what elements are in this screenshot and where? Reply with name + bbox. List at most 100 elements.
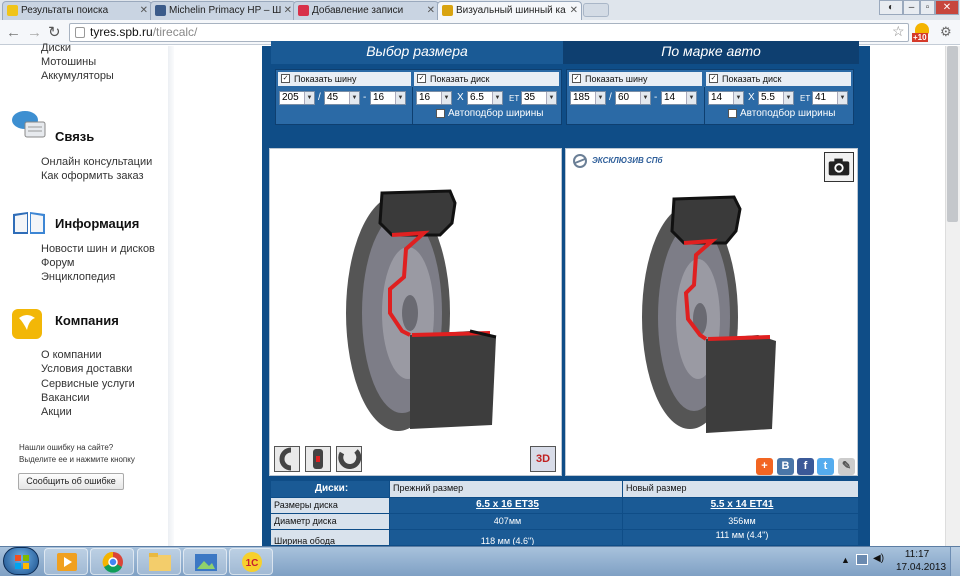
- show-desktop-button[interactable]: [950, 547, 960, 576]
- sidebar-link-about[interactable]: О компании: [41, 349, 102, 361]
- 3d-view-button[interactable]: 3D: [530, 446, 556, 472]
- reload-icon[interactable]: ↻: [48, 23, 61, 41]
- start-button[interactable]: [3, 547, 39, 575]
- chevron-down-icon: ▼: [783, 92, 793, 104]
- sidebar-link-vacancies[interactable]: Вакансии: [41, 392, 90, 404]
- taskbar-chrome[interactable]: [90, 548, 134, 575]
- sidebar-link-promotions[interactable]: Акции: [41, 406, 72, 418]
- twitter-icon[interactable]: t: [817, 458, 834, 475]
- checkbox[interactable]: ✓: [417, 74, 426, 83]
- checkbox[interactable]: [436, 109, 445, 118]
- tire-radius-select-left[interactable]: 16 ▼: [370, 91, 406, 105]
- taskbar-photo-viewer[interactable]: [183, 548, 227, 575]
- new-tab-button[interactable]: [583, 3, 609, 17]
- book-icon: [13, 212, 45, 234]
- user-icon[interactable]: ◐: [879, 0, 903, 15]
- sidebar-link-forum[interactable]: Форум: [41, 257, 74, 269]
- tray-expand-icon[interactable]: ▲: [841, 555, 850, 565]
- wrench-icon[interactable]: ⚙: [940, 24, 952, 40]
- taskbar-media-player[interactable]: [44, 548, 88, 575]
- disk-et-select-right[interactable]: 41 ▼: [812, 91, 848, 105]
- table-cell-new: 356мм: [623, 514, 858, 529]
- tab-size-selection[interactable]: Выбор размера: [271, 41, 563, 64]
- tire-profile-select-right[interactable]: 60 ▼: [615, 91, 651, 105]
- checkbox[interactable]: ✓: [281, 74, 290, 83]
- chevron-down-icon: ▼: [640, 92, 650, 104]
- table-cell-old: 118 мм (4.6"): [390, 530, 622, 545]
- tab-add-entry[interactable]: Добавление записи ✕: [293, 1, 439, 20]
- chevron-down-icon: ▼: [441, 92, 451, 104]
- tab-michelin[interactable]: Michelin Primacy HP – Ш ✕: [150, 1, 296, 20]
- extension-icon[interactable]: +10: [912, 23, 932, 43]
- sidebar-link-disks[interactable]: Диски: [41, 42, 71, 54]
- tab-tire-calculator[interactable]: Визуальный шинный ка ✕: [437, 1, 582, 21]
- network-icon[interactable]: [856, 554, 868, 565]
- column-header-new: Новый размер: [623, 481, 858, 497]
- clock-time[interactable]: 11:17: [893, 549, 941, 560]
- close-icon[interactable]: ✕: [570, 2, 578, 19]
- show-tire-checkbox-right[interactable]: ✓ Показать шину: [569, 72, 702, 86]
- view-front-button[interactable]: [305, 446, 331, 472]
- tire-width-select-left[interactable]: 205 ▼: [279, 91, 315, 105]
- sidebar-link-news[interactable]: Новости шин и дисков: [41, 243, 155, 255]
- show-disk-checkbox-right[interactable]: ✓ Показать диск: [706, 72, 851, 86]
- taskbar-explorer[interactable]: [137, 548, 181, 575]
- close-icon[interactable]: ✕: [427, 2, 435, 19]
- table-row-label: Размеры диска: [271, 498, 389, 513]
- sidebar-link-encyclopedia[interactable]: Энциклопедия: [41, 271, 115, 283]
- view-section-button[interactable]: [336, 446, 362, 472]
- report-error-button[interactable]: Сообщить об ошибке: [18, 473, 124, 490]
- separator: X: [748, 92, 755, 103]
- camera-icon[interactable]: [824, 152, 854, 182]
- page-right-gutter: [870, 46, 945, 546]
- close-icon[interactable]: ✕: [284, 2, 292, 19]
- share-plus-icon[interactable]: +: [756, 458, 773, 475]
- sidebar-link-how-to-order[interactable]: Как оформить заказ: [41, 170, 144, 182]
- tire-width-select-right[interactable]: 185 ▼: [570, 91, 606, 105]
- window-close-icon[interactable]: ✕: [935, 0, 959, 15]
- sidebar-link-batteries[interactable]: Аккумуляторы: [41, 70, 114, 82]
- autofit-width-checkbox-right[interactable]: Автоподбор ширины: [728, 108, 835, 120]
- extension-badge: +10: [912, 33, 928, 42]
- disk-et-select-left[interactable]: 35 ▼: [521, 91, 557, 105]
- sidebar-link-online-consult[interactable]: Онлайн консультации: [41, 156, 152, 168]
- sidebar-link-services[interactable]: Сервисные услуги: [41, 378, 135, 390]
- disk-width-select-right[interactable]: 5.5 ▼: [758, 91, 794, 105]
- tab-label: Результаты поиска: [21, 5, 109, 16]
- vk-icon[interactable]: B: [777, 458, 794, 475]
- tire-profile-select-left[interactable]: 45 ▼: [324, 91, 360, 105]
- tab-search-results[interactable]: Результаты поиска ✕: [2, 1, 152, 20]
- minimize-icon[interactable]: –: [903, 0, 920, 15]
- taskbar-1c[interactable]: 1C: [229, 548, 273, 575]
- disk-diameter-select-right[interactable]: 14 ▼: [708, 91, 744, 105]
- disk-diameter-select-left[interactable]: 16 ▼: [416, 91, 452, 105]
- tab-by-car-brand[interactable]: По марке авто: [563, 41, 859, 64]
- show-tire-checkbox-left[interactable]: ✓ Показать шину: [278, 72, 411, 86]
- sidebar-link-moto-tires[interactable]: Мотошины: [41, 56, 96, 68]
- close-icon[interactable]: ✕: [140, 2, 148, 19]
- scrollbar-thumb[interactable]: [947, 46, 958, 222]
- forward-icon[interactable]: →: [27, 24, 42, 41]
- table-cell-new[interactable]: 5.5 x 14 ET41: [623, 498, 858, 513]
- facebook-icon[interactable]: f: [797, 458, 814, 475]
- show-disk-checkbox-left[interactable]: ✓ Показать диск: [414, 72, 559, 86]
- disk-width-select-left[interactable]: 6.5 ▼: [467, 91, 503, 105]
- address-host: tyres.spb.ru: [90, 25, 153, 39]
- sidebar-link-delivery[interactable]: Условия доставки: [41, 363, 132, 375]
- view-profile-button[interactable]: [274, 446, 300, 472]
- clock-date[interactable]: 17.04.2013: [893, 562, 949, 573]
- livejournal-icon[interactable]: ✎: [838, 458, 855, 475]
- tire-radius-select-right[interactable]: 14 ▼: [661, 91, 697, 105]
- photo-viewer-icon: [195, 554, 217, 571]
- autofit-width-checkbox-left[interactable]: Автоподбор ширины: [436, 108, 543, 120]
- table-cell-old[interactable]: 6.5 x 16 ET35: [390, 498, 622, 513]
- address-bar[interactable]: tyres.spb.ru/tirecalc/: [69, 23, 909, 42]
- checkbox[interactable]: ✓: [709, 74, 718, 83]
- volume-icon[interactable]: ◀): [873, 553, 884, 564]
- back-icon[interactable]: ←: [6, 24, 21, 41]
- star-icon[interactable]: ☆: [892, 23, 905, 40]
- maximize-icon[interactable]: ▫: [920, 0, 935, 15]
- checkbox[interactable]: [728, 109, 737, 118]
- tab-favicon: [155, 5, 166, 16]
- checkbox[interactable]: ✓: [572, 74, 581, 83]
